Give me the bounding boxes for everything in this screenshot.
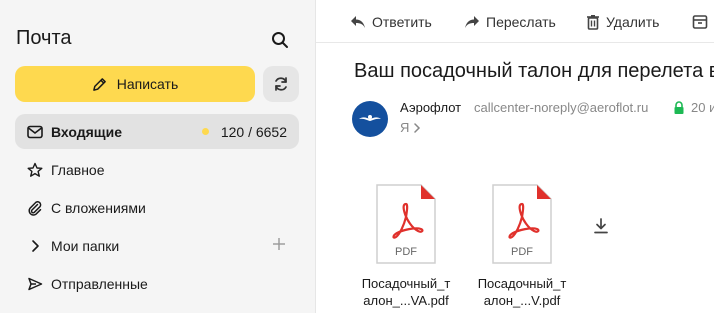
- sidebar: Почта Написать Входящие 120 / 6652 Главн…: [0, 0, 316, 313]
- reply-button[interactable]: Ответить: [350, 12, 432, 32]
- sender-avatar: [352, 101, 388, 137]
- folder-label: Мои папки: [51, 237, 120, 254]
- recipient-label: Я: [400, 120, 410, 135]
- folder-label: Входящие: [51, 123, 122, 140]
- folder-sent[interactable]: Отправленные: [15, 266, 299, 301]
- folder-inbox[interactable]: Входящие 120 / 6652: [15, 114, 299, 149]
- pdf-file-icon: PDF: [492, 184, 552, 264]
- compose-button[interactable]: Написать: [15, 66, 255, 102]
- attachment-item[interactable]: PDF Посадочный_т алон_...V.pdf: [474, 184, 570, 309]
- attachment-name: Посадочный_т алон_...VA.pdf: [358, 275, 454, 309]
- refresh-icon: [275, 77, 287, 91]
- attachment-name-line1: Посадочный_т: [477, 276, 567, 291]
- folder-label: С вложениями: [51, 199, 146, 216]
- archive-button[interactable]: [692, 12, 708, 32]
- sender-email[interactable]: callcenter-noreply@aeroflot.ru: [474, 100, 648, 115]
- search-button[interactable]: [266, 26, 294, 54]
- reply-label: Ответить: [372, 14, 432, 30]
- recipients-toggle[interactable]: Я: [400, 120, 421, 135]
- message-subject: Ваш посадочный талон для перелета в: [354, 60, 714, 82]
- refresh-button[interactable]: [263, 66, 299, 102]
- attachment-name-line2: алон_...VA.pdf: [363, 293, 449, 308]
- search-icon: [272, 32, 288, 48]
- message-toolbar: Ответить Переслать Удалить: [316, 0, 714, 43]
- attachment-name-line2: алон_...V.pdf: [483, 293, 561, 308]
- pencil-icon: [92, 77, 106, 91]
- message-date: 20 и: [691, 100, 714, 115]
- envelope-icon: [27, 124, 43, 140]
- delete-label: Удалить: [606, 14, 660, 30]
- file-type-label: PDF: [511, 246, 533, 258]
- attachment-item[interactable]: PDF Посадочный_т алон_...VA.pdf: [358, 184, 454, 309]
- folder-main[interactable]: Главное: [15, 152, 299, 187]
- sender-name[interactable]: Аэрофлот: [400, 100, 461, 115]
- star-icon: [27, 162, 43, 178]
- folder-label: Главное: [51, 161, 105, 178]
- compose-label: Написать: [116, 76, 179, 92]
- aeroflot-logo-icon: [359, 115, 381, 121]
- pdf-file-icon: PDF: [376, 184, 436, 264]
- folder-my-folders[interactable]: Мои папки: [15, 228, 299, 263]
- forward-icon: [465, 16, 479, 28]
- folder-label: Отправленные: [51, 275, 148, 292]
- folder-attachments[interactable]: С вложениями: [15, 190, 299, 225]
- unread-count: 120 / 6652: [220, 123, 287, 140]
- attachment-name: Посадочный_т алон_...V.pdf: [474, 275, 570, 309]
- forward-button[interactable]: Переслать: [464, 12, 556, 32]
- file-type-label: PDF: [395, 246, 417, 258]
- add-folder-icon[interactable]: [271, 236, 287, 252]
- paperclip-icon: [27, 200, 43, 216]
- send-icon: [27, 276, 43, 292]
- download-icon: [594, 218, 608, 234]
- app-title: Почта: [16, 27, 72, 49]
- chevron-right-icon: [414, 122, 421, 133]
- chevron-right-icon: [27, 238, 43, 254]
- secure-lock-icon: [673, 101, 685, 115]
- delete-button[interactable]: Удалить: [586, 12, 659, 32]
- forward-label: Переслать: [486, 14, 556, 30]
- archive-icon: [692, 15, 708, 29]
- trash-icon: [587, 15, 599, 30]
- reply-icon: [351, 16, 365, 28]
- unread-dot: [202, 128, 209, 135]
- download-all-button[interactable]: [592, 217, 610, 235]
- attachment-name-line1: Посадочный_т: [361, 276, 451, 291]
